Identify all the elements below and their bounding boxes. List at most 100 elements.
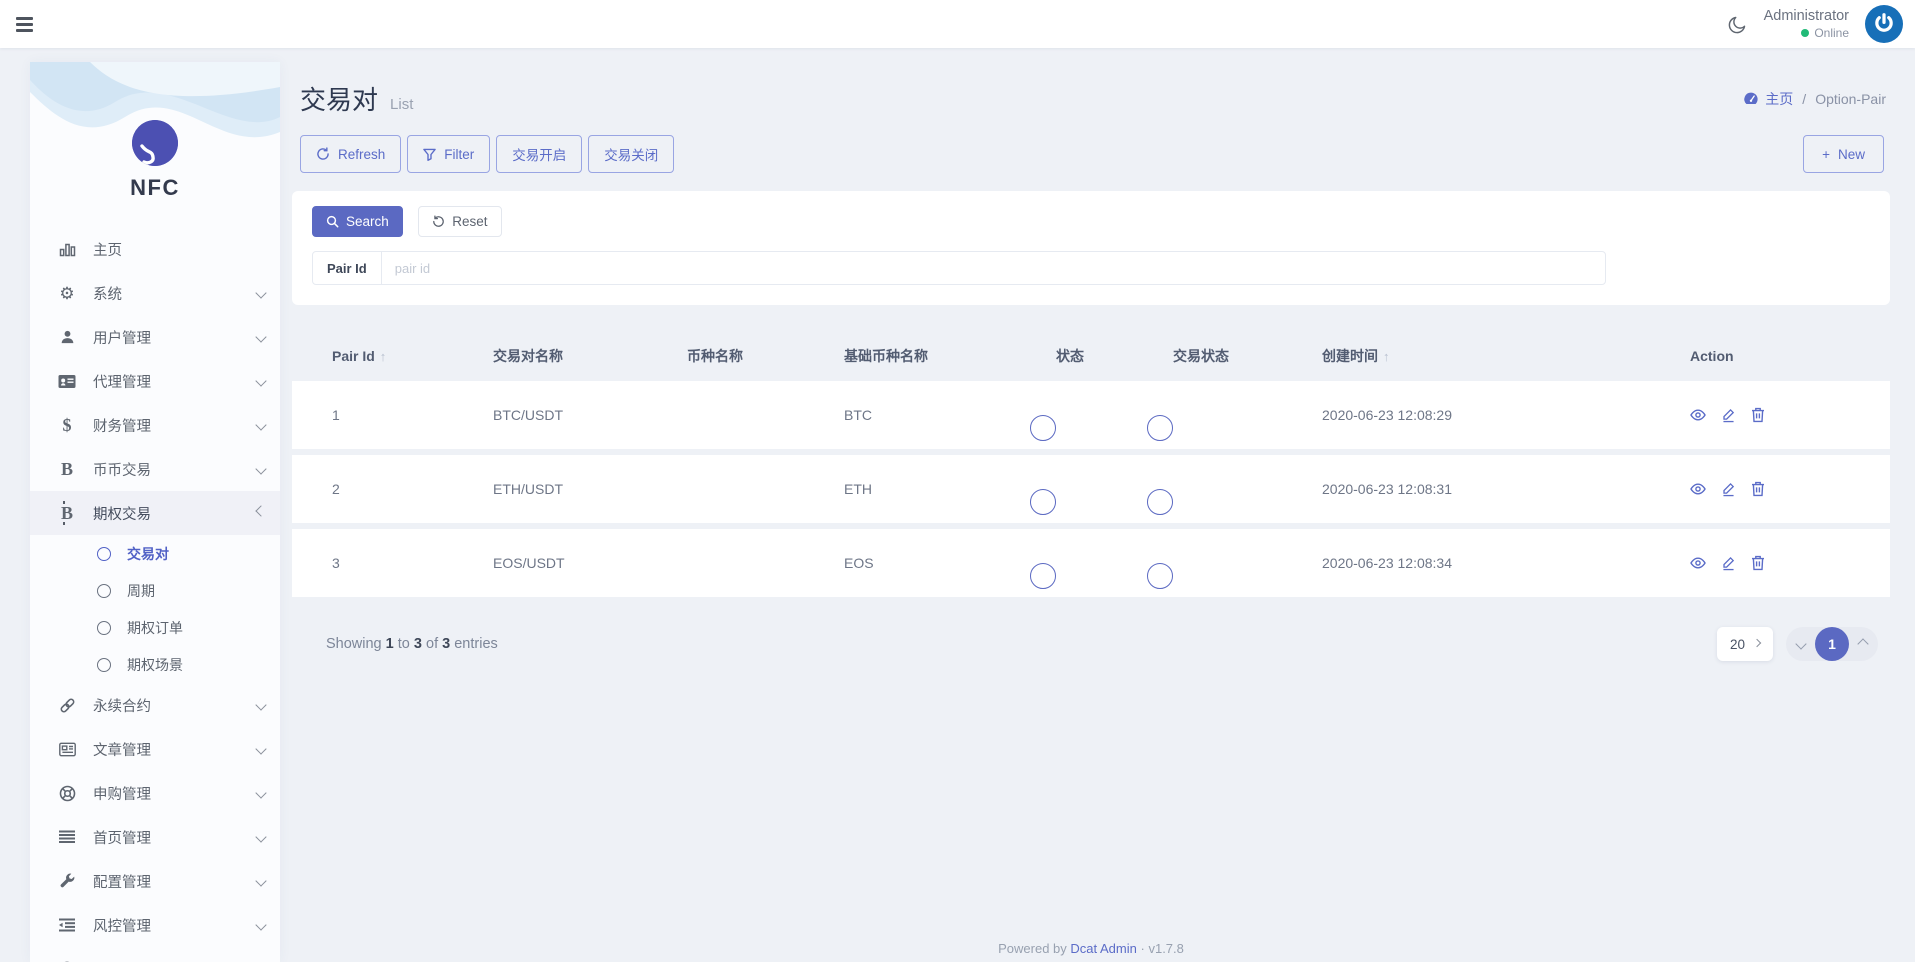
- sidebar-subitem-label: 周期: [127, 581, 155, 601]
- prev-page-icon[interactable]: [1795, 638, 1806, 649]
- sidebar-item-subscription[interactable]: 申购管理: [30, 771, 280, 815]
- sidebar-item-label: 币币交易: [93, 459, 151, 480]
- breadcrumb-current: Option-Pair: [1815, 91, 1886, 107]
- cell-pair-name: EOS/USDT: [493, 555, 687, 571]
- align-justify-icon: [56, 830, 78, 844]
- dollar-icon: $: [56, 416, 78, 434]
- plus-icon: +: [1822, 147, 1830, 162]
- sidebar-item-agents[interactable]: 代理管理: [30, 359, 280, 403]
- sidebar: NFC 主页 ⚙ 系统 用户管理 代理管理: [30, 62, 280, 962]
- sidebar-item-system[interactable]: ⚙ 系统: [30, 271, 280, 315]
- page-size-select[interactable]: 20: [1717, 627, 1773, 661]
- cell-pair-id: 1: [332, 407, 493, 423]
- sidebar-item-label: 永续合约: [93, 695, 151, 716]
- trade-open-label: 交易开启: [512, 144, 566, 164]
- sidebar-item-label: 文章管理: [93, 739, 151, 760]
- id-card-icon: [56, 374, 78, 389]
- circle-icon: [97, 584, 111, 598]
- user-status-label: Online: [1814, 26, 1849, 41]
- refresh-button[interactable]: Refresh: [300, 135, 401, 173]
- outdent-icon: [56, 918, 78, 932]
- wrench-icon: [56, 873, 78, 889]
- sidebar-subitem-option-scene[interactable]: 期权场景: [30, 646, 280, 683]
- sidebar-item-label: 系统: [93, 283, 122, 304]
- undo-icon: [432, 215, 445, 228]
- next-page-icon[interactable]: [1857, 638, 1868, 649]
- sidebar-item-homepage[interactable]: 首页管理: [30, 815, 280, 859]
- eye-icon[interactable]: [1690, 407, 1706, 423]
- page-title: 交易对: [300, 80, 378, 117]
- col-created-at: 创建时间↑: [1322, 346, 1690, 366]
- user-status: Online: [1764, 26, 1849, 41]
- trash-icon[interactable]: [1751, 481, 1765, 497]
- pair-id-input-group: Pair Id: [312, 251, 1606, 285]
- cell-created-at: 2020-06-23 12:08:31: [1322, 481, 1690, 497]
- sidebar-subitem-period[interactable]: 周期: [30, 572, 280, 609]
- cell-created-at: 2020-06-23 12:08:34: [1322, 555, 1690, 571]
- cell-pair-name: ETH/USDT: [493, 481, 687, 497]
- sidebar-item-finance[interactable]: $ 财务管理: [30, 403, 280, 447]
- edit-icon[interactable]: [1721, 555, 1736, 571]
- sidebar-item-wallet[interactable]: 钱包管理: [30, 947, 280, 962]
- brand-block[interactable]: NFC: [30, 62, 280, 201]
- sort-asc-icon[interactable]: ↑: [380, 349, 387, 364]
- chevron-left-icon: [255, 331, 266, 342]
- pagination-summary: Showing 1 to 3 of 3 entries: [326, 636, 498, 652]
- circle-icon: [97, 547, 111, 561]
- search-button[interactable]: Search: [312, 206, 403, 237]
- online-dot-icon: [1801, 29, 1809, 37]
- cell-base-coin: ETH: [844, 481, 1056, 497]
- sidebar-item-users[interactable]: 用户管理: [30, 315, 280, 359]
- trade-open-button[interactable]: 交易开启: [496, 135, 582, 173]
- dashboard-gauge-icon: [1743, 91, 1759, 107]
- hamburger-menu-icon[interactable]: [16, 14, 38, 35]
- letter-b-icon: B: [56, 460, 78, 478]
- current-page-button[interactable]: 1: [1815, 627, 1849, 661]
- edit-icon[interactable]: [1721, 407, 1736, 423]
- sidebar-item-perpetual[interactable]: 永续合约: [30, 683, 280, 727]
- col-action: Action: [1690, 348, 1890, 364]
- dcat-admin-link[interactable]: Dcat Admin: [1070, 941, 1136, 956]
- sidebar-item-config[interactable]: 配置管理: [30, 859, 280, 903]
- sidebar-item-spot-trade[interactable]: B 币币交易: [30, 447, 280, 491]
- breadcrumb: 主页 / Option-Pair: [1743, 89, 1886, 109]
- chevron-left-icon: [255, 787, 266, 798]
- sidebar-item-articles[interactable]: 文章管理: [30, 727, 280, 771]
- breadcrumb-separator: /: [1802, 91, 1806, 107]
- table-row: 1 BTC/USDT BTC 2020-06-23 12:08:29: [292, 381, 1890, 449]
- newspaper-icon: [56, 742, 78, 757]
- user-avatar[interactable]: [1865, 5, 1903, 43]
- cell-pair-name: BTC/USDT: [493, 407, 687, 423]
- eye-icon[interactable]: [1690, 481, 1706, 497]
- sidebar-subitem-label: 交易对: [127, 544, 169, 564]
- filter-label: Filter: [444, 147, 474, 162]
- pair-id-input[interactable]: [382, 252, 1605, 284]
- page-subtitle: List: [390, 96, 413, 113]
- user-info[interactable]: Administrator Online: [1764, 7, 1849, 40]
- filter-button[interactable]: Filter: [407, 135, 490, 173]
- sidebar-subitem-option-orders[interactable]: 期权订单: [30, 609, 280, 646]
- sidebar-item-label: 钱包管理: [93, 959, 151, 962]
- sort-asc-icon[interactable]: ↑: [1383, 349, 1390, 364]
- dark-mode-moon-icon[interactable]: [1726, 12, 1748, 36]
- chevron-left-icon: [255, 743, 266, 754]
- version-label: v1.7.8: [1148, 941, 1183, 956]
- sidebar-item-home[interactable]: 主页: [30, 227, 280, 271]
- sidebar-subitem-option-pair[interactable]: 交易对: [30, 535, 280, 572]
- eye-icon[interactable]: [1690, 555, 1706, 571]
- cell-base-coin: EOS: [844, 555, 1056, 571]
- reset-button[interactable]: Reset: [418, 206, 501, 237]
- cell-pair-id: 3: [332, 555, 493, 571]
- cell-base-coin: BTC: [844, 407, 1056, 423]
- edit-icon[interactable]: [1721, 481, 1736, 497]
- new-button[interactable]: + New: [1803, 135, 1884, 173]
- col-status: 状态: [1056, 346, 1173, 366]
- trash-icon[interactable]: [1751, 555, 1765, 571]
- trade-close-button[interactable]: 交易关闭: [588, 135, 674, 173]
- row-actions: [1690, 481, 1890, 497]
- sidebar-item-label: 期权交易: [93, 503, 151, 524]
- sidebar-item-option-trade[interactable]: B 期权交易: [30, 491, 280, 535]
- breadcrumb-home[interactable]: 主页: [1743, 89, 1793, 109]
- trash-icon[interactable]: [1751, 407, 1765, 423]
- sidebar-item-risk[interactable]: 风控管理: [30, 903, 280, 947]
